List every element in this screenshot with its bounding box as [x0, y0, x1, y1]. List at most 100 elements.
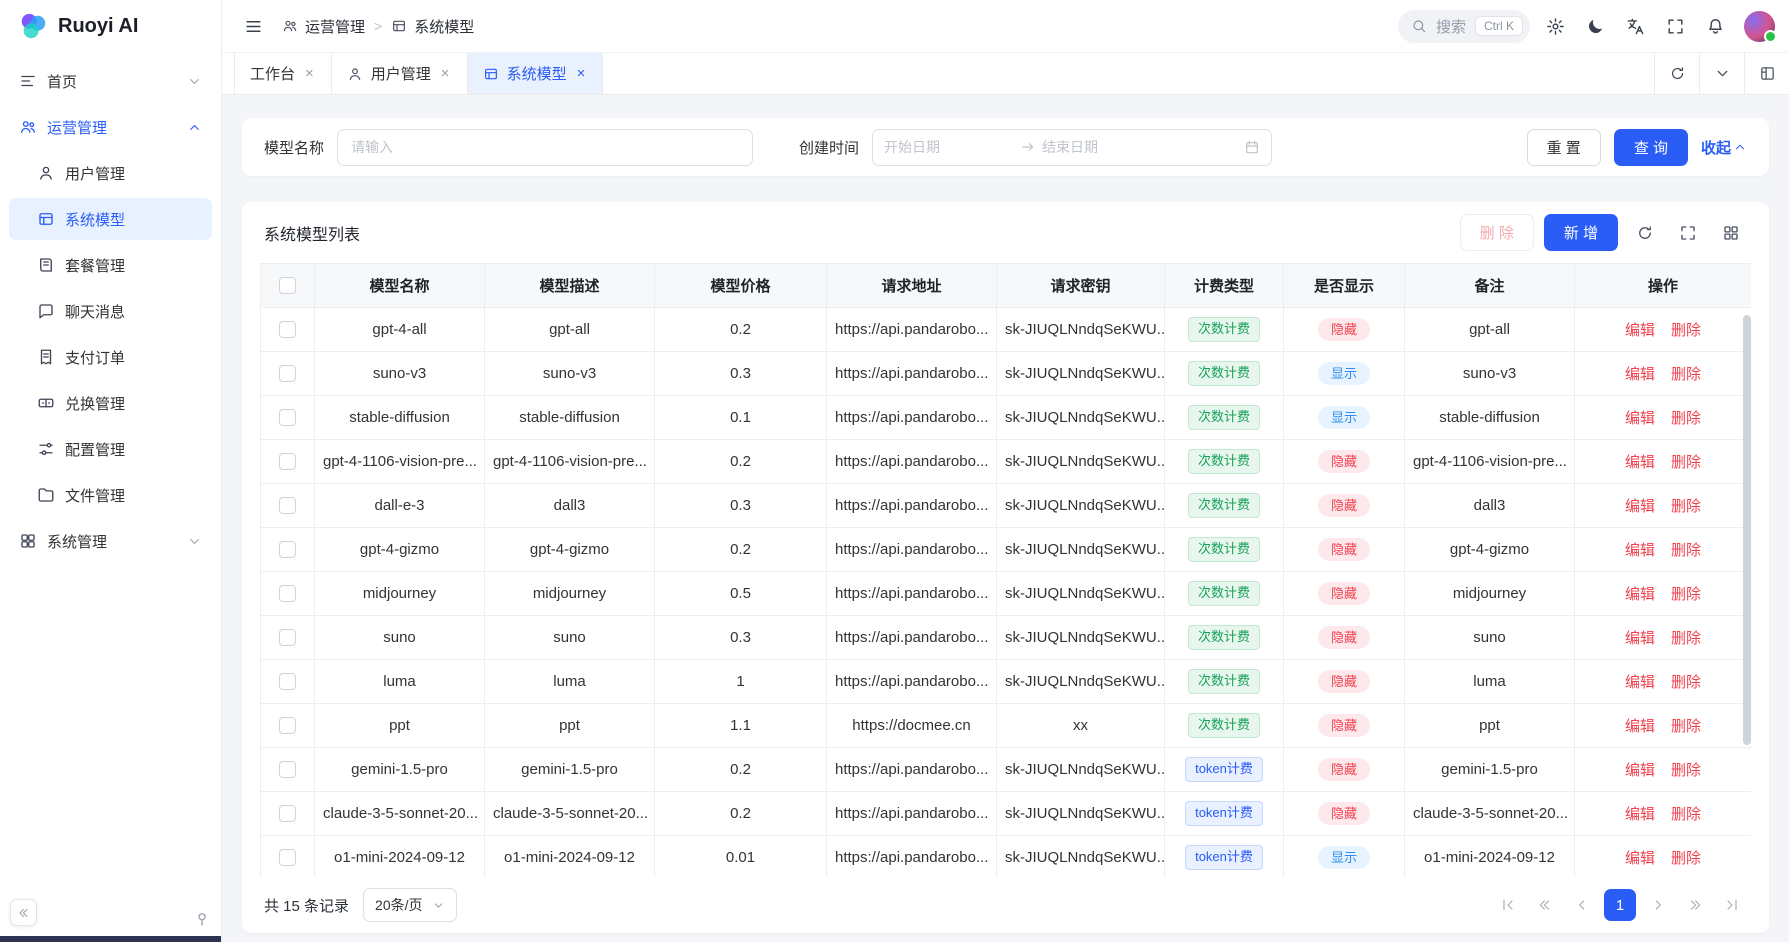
global-search[interactable]: 搜索 Ctrl K	[1398, 10, 1530, 43]
edit-link[interactable]: 编辑	[1625, 762, 1655, 779]
collapse-sidebar-button[interactable]	[236, 9, 270, 43]
first-page-button[interactable]	[1493, 890, 1523, 920]
row-checkbox[interactable]	[279, 541, 296, 558]
page-size-select[interactable]: 20条/页	[363, 888, 456, 922]
bell-button[interactable]	[1698, 9, 1732, 43]
last-page-button[interactable]	[1717, 890, 1747, 920]
query-button[interactable]: 查 询	[1614, 129, 1688, 166]
row-checkbox[interactable]	[279, 453, 296, 470]
model-name-input[interactable]	[337, 129, 753, 166]
app-logo[interactable]: Ruoyi AI	[0, 0, 221, 52]
prev-5-pages-button[interactable]	[1530, 890, 1560, 920]
reset-button[interactable]: 重 置	[1527, 129, 1601, 166]
layout-button[interactable]	[1744, 53, 1789, 94]
row-checkbox[interactable]	[279, 805, 296, 822]
collapse-panel-fab[interactable]	[10, 899, 37, 926]
fullscreen-button[interactable]	[1658, 9, 1692, 43]
row-checkbox[interactable]	[279, 717, 296, 734]
cell-request-url: https://api.pandarobo...	[827, 352, 997, 396]
cell-select	[261, 660, 315, 704]
delete-button[interactable]: 删 除	[1460, 214, 1534, 251]
delete-link[interactable]: 删除	[1671, 454, 1701, 471]
edit-link[interactable]: 编辑	[1625, 322, 1655, 339]
row-checkbox[interactable]	[279, 321, 296, 338]
row-checkbox[interactable]	[279, 673, 296, 690]
delete-link[interactable]: 删除	[1671, 410, 1701, 427]
models-table: 模型名称模型描述模型价格请求地址请求密钥计费类型是否显示备注操作 gpt-4-a…	[260, 263, 1751, 877]
tab-系统模型[interactable]: 系统模型×	[468, 53, 604, 94]
prev-page-button[interactable]	[1567, 890, 1597, 920]
row-checkbox[interactable]	[279, 761, 296, 778]
collapse-filter-link[interactable]: 收起	[1701, 137, 1747, 158]
sidebar-item-config-management[interactable]: 配置管理	[9, 428, 212, 470]
translate-button[interactable]	[1618, 9, 1652, 43]
sidebar-item-file-management[interactable]: 文件管理	[9, 474, 212, 516]
delete-link[interactable]: 删除	[1671, 542, 1701, 559]
select-all-checkbox[interactable]	[279, 277, 296, 294]
edit-link[interactable]: 编辑	[1625, 366, 1655, 383]
delete-link[interactable]: 删除	[1671, 674, 1701, 691]
delete-link[interactable]: 删除	[1671, 498, 1701, 515]
current-page-button[interactable]: 1	[1604, 889, 1636, 921]
sidebar-item-system-model[interactable]: 系统模型	[9, 198, 212, 240]
delete-link[interactable]: 删除	[1671, 630, 1701, 647]
add-button[interactable]: 新 增	[1544, 214, 1618, 251]
settings-button[interactable]	[1538, 9, 1572, 43]
sidebar-item-package-management[interactable]: 套餐管理	[9, 244, 212, 286]
cell-model-desc: suno-v3	[485, 352, 655, 396]
sidebar-item-payment-orders[interactable]: 支付订单	[9, 336, 212, 378]
sidebar-item-chat-messages[interactable]: 聊天消息	[9, 290, 212, 332]
delete-link[interactable]: 删除	[1671, 806, 1701, 823]
edit-link[interactable]: 编辑	[1625, 498, 1655, 515]
row-checkbox[interactable]	[279, 365, 296, 382]
sidebar-item-exchange-management[interactable]: 兑换管理	[9, 382, 212, 424]
row-checkbox[interactable]	[279, 629, 296, 646]
delete-link[interactable]: 删除	[1671, 366, 1701, 383]
avatar[interactable]	[1744, 11, 1775, 42]
refresh-tab-button[interactable]	[1654, 53, 1699, 94]
row-checkbox[interactable]	[279, 409, 296, 426]
delete-link[interactable]: 删除	[1671, 850, 1701, 867]
sidebar-item-user-management[interactable]: 用户管理	[9, 152, 212, 194]
edit-link[interactable]: 编辑	[1625, 674, 1655, 691]
edit-link[interactable]: 编辑	[1625, 454, 1655, 471]
edit-link[interactable]: 编辑	[1625, 806, 1655, 823]
breadcrumb-item-system-model[interactable]: 系统模型	[391, 16, 474, 37]
close-icon[interactable]: ×	[303, 64, 316, 83]
cell-billing-type: token计费	[1165, 836, 1284, 878]
tab-工作台[interactable]: 工作台×	[234, 53, 332, 94]
end-date-input[interactable]	[1042, 139, 1172, 155]
edit-link[interactable]: 编辑	[1625, 586, 1655, 603]
collapse-label: 收起	[1701, 137, 1731, 158]
edit-link[interactable]: 编辑	[1625, 718, 1655, 735]
refresh-table-button[interactable]	[1628, 216, 1661, 249]
row-checkbox[interactable]	[279, 497, 296, 514]
breadcrumb-item-operations[interactable]: 运营管理	[282, 16, 365, 37]
delete-link[interactable]: 删除	[1671, 586, 1701, 603]
row-checkbox[interactable]	[279, 849, 296, 866]
close-icon[interactable]: ×	[439, 64, 452, 83]
start-date-input[interactable]	[884, 139, 1014, 155]
delete-link[interactable]: 删除	[1671, 322, 1701, 339]
tab-menu-button[interactable]	[1699, 53, 1744, 94]
tab-用户管理[interactable]: 用户管理×	[332, 53, 468, 94]
column-settings-button[interactable]	[1714, 216, 1747, 249]
sidebar-item-operations[interactable]: 运营管理	[9, 106, 212, 148]
moon-button[interactable]	[1578, 9, 1612, 43]
delete-link[interactable]: 删除	[1671, 762, 1701, 779]
sidebar-item-system-management[interactable]: 系统管理	[9, 520, 212, 562]
fullscreen-table-button[interactable]	[1671, 216, 1704, 249]
pin-icon[interactable]	[193, 910, 211, 928]
edit-link[interactable]: 编辑	[1625, 542, 1655, 559]
sidebar-item-home[interactable]: 首页	[9, 60, 212, 102]
edit-link[interactable]: 编辑	[1625, 410, 1655, 427]
edit-link[interactable]: 编辑	[1625, 630, 1655, 647]
next-page-button[interactable]	[1643, 890, 1673, 920]
edit-link[interactable]: 编辑	[1625, 850, 1655, 867]
delete-link[interactable]: 删除	[1671, 718, 1701, 735]
row-checkbox[interactable]	[279, 585, 296, 602]
table-scrollbar[interactable]	[1743, 315, 1751, 745]
date-range-picker[interactable]	[872, 129, 1272, 166]
next-5-pages-button[interactable]	[1680, 890, 1710, 920]
close-icon[interactable]: ×	[575, 64, 588, 83]
